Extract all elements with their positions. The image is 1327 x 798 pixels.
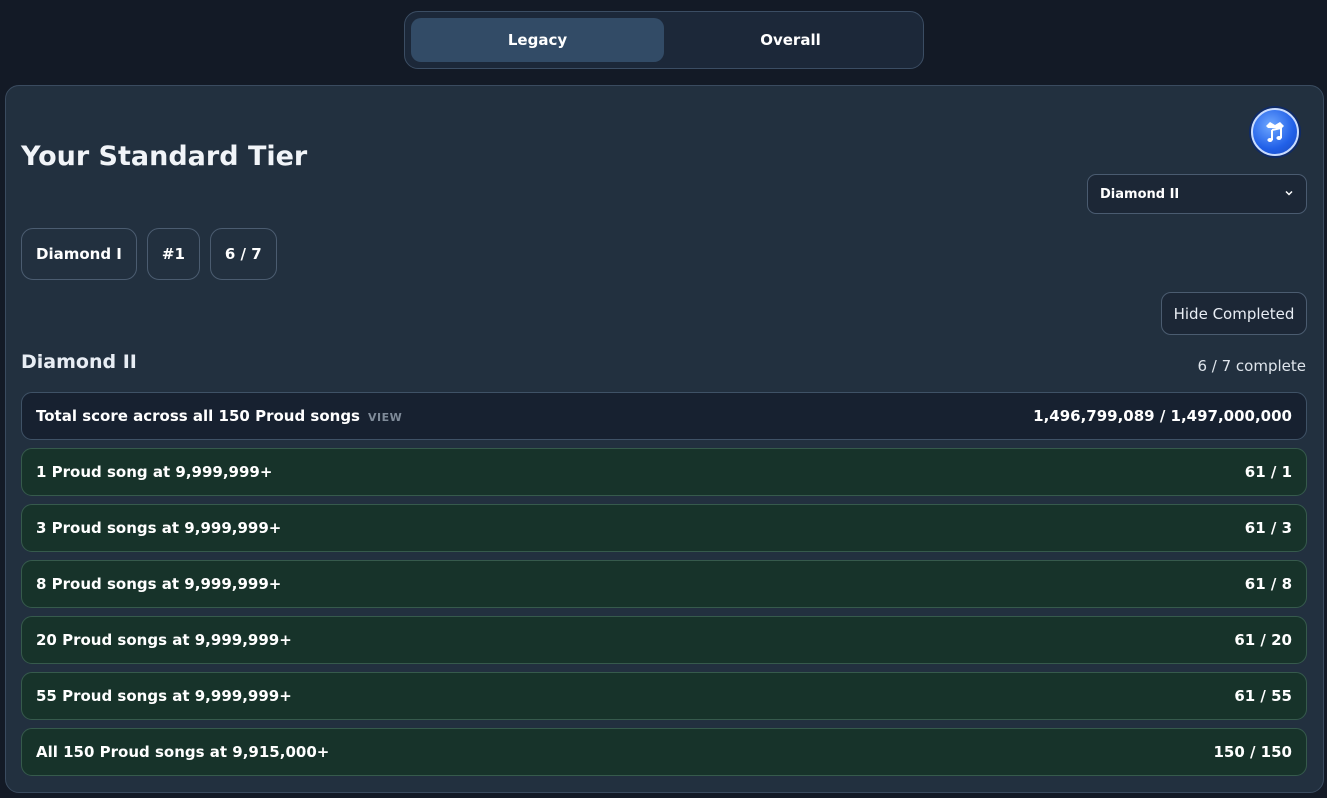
- chevron-down-icon: [1284, 187, 1294, 202]
- requirement-label-group: Total score across all 150 Proud songs V…: [36, 407, 402, 425]
- stats-chips: Diamond I #1 6 / 7: [21, 228, 277, 280]
- requirement-row: Total score across all 150 Proud songs V…: [21, 392, 1307, 440]
- requirement-label: Total score across all 150 Proud songs: [36, 407, 360, 425]
- requirements-list: Total score across all 150 Proud songs V…: [21, 392, 1307, 784]
- requirement-label: 55 Proud songs at 9,999,999+: [36, 687, 292, 705]
- requirement-value: 61 / 1: [1244, 463, 1292, 481]
- requirement-value: 61 / 20: [1234, 631, 1292, 649]
- requirement-label: 20 Proud songs at 9,999,999+: [36, 631, 292, 649]
- mode-toggle: Legacy Overall: [404, 11, 924, 69]
- requirement-row: 55 Proud songs at 9,999,999+ 61 / 55: [21, 672, 1307, 720]
- view-link[interactable]: VIEW: [368, 411, 402, 424]
- requirement-value: 150 / 150: [1213, 743, 1292, 761]
- requirement-value: 1,496,799,089 / 1,497,000,000: [1033, 407, 1292, 425]
- requirement-row: 20 Proud songs at 9,999,999+ 61 / 20: [21, 616, 1307, 664]
- tier-select[interactable]: Diamond II: [1087, 174, 1307, 214]
- requirement-label: All 150 Proud songs at 9,915,000+: [36, 743, 330, 761]
- current-tier-chip: Diamond I: [21, 228, 137, 280]
- music-crown-icon: [1251, 108, 1299, 156]
- tier-select-value: Diamond II: [1100, 186, 1180, 202]
- page-title: Your Standard Tier: [21, 141, 308, 172]
- progress-chip: 6 / 7: [209, 228, 277, 280]
- requirement-label: 1 Proud song at 9,999,999+: [36, 463, 273, 481]
- section-count: 6 / 7 complete: [1197, 357, 1306, 375]
- requirement-value: 61 / 55: [1234, 687, 1292, 705]
- requirement-value: 61 / 8: [1244, 575, 1292, 593]
- section-title: Diamond II: [21, 351, 137, 373]
- tab-legacy[interactable]: Legacy: [411, 18, 664, 62]
- rank-chip: #1: [146, 228, 200, 280]
- requirement-row: All 150 Proud songs at 9,915,000+ 150 / …: [21, 728, 1307, 776]
- hide-completed-button[interactable]: Hide Completed: [1161, 292, 1307, 335]
- requirement-row: 3 Proud songs at 9,999,999+ 61 / 3: [21, 504, 1307, 552]
- requirement-label: 3 Proud songs at 9,999,999+: [36, 519, 282, 537]
- tier-panel: Your Standard Tier Diamond II Diamond I …: [5, 85, 1324, 793]
- requirement-row: 1 Proud song at 9,999,999+ 61 / 1: [21, 448, 1307, 496]
- requirement-value: 61 / 3: [1244, 519, 1292, 537]
- requirement-label: 8 Proud songs at 9,999,999+: [36, 575, 282, 593]
- tab-overall[interactable]: Overall: [664, 18, 917, 62]
- requirement-row: 8 Proud songs at 9,999,999+ 61 / 8: [21, 560, 1307, 608]
